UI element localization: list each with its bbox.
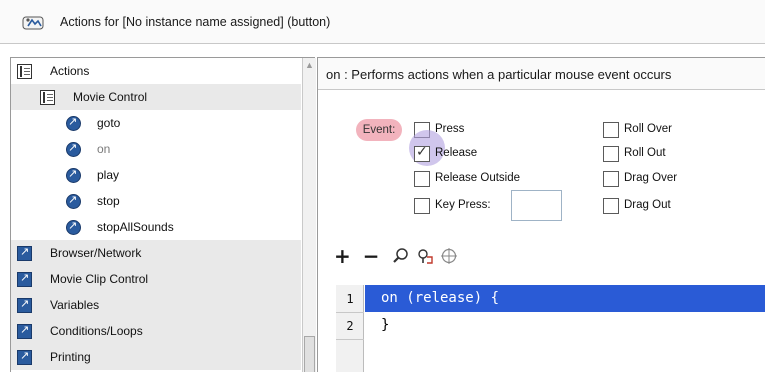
action-item-on[interactable]: on: [11, 136, 301, 162]
category-icon: [17, 323, 32, 339]
category-label: Conditions/Loops: [50, 324, 143, 338]
tree-item-label: Movie Control: [73, 90, 148, 104]
line-number-gutter: 1 2: [336, 285, 364, 372]
target-path-icon[interactable]: [440, 247, 458, 265]
action-icon: [66, 167, 81, 183]
tree-item-movie-control[interactable]: Movie Control: [11, 84, 301, 110]
key-press-checkbox[interactable]: [414, 198, 430, 214]
action-description: on : Performs actions when a particular …: [326, 67, 672, 82]
category-label: Browser/Network: [50, 246, 142, 260]
category-label: Variables: [50, 298, 100, 312]
action-icon: [66, 115, 81, 131]
window-title: Actions for [No instance name assigned] …: [60, 15, 331, 29]
scroll-thumb[interactable]: [304, 336, 315, 372]
action-parameters-panel: on : Performs actions when a particular …: [317, 57, 765, 372]
key-press-input[interactable]: [511, 190, 562, 221]
roll-out-label: Roll Out: [624, 147, 666, 159]
release-label: Release: [435, 147, 478, 159]
action-icon: [66, 141, 81, 157]
action-item-stopallsounds[interactable]: stopAllSounds: [11, 214, 301, 240]
roll-out-checkbox[interactable]: [603, 146, 619, 162]
scroll-up-icon[interactable]: ▲: [304, 60, 315, 71]
drag-over-label: Drag Over: [624, 172, 678, 184]
key-press-label: Key Press:: [435, 199, 491, 211]
toolbox-scrollbar[interactable]: ▲: [302, 58, 316, 372]
category-printing[interactable]: Printing: [11, 344, 301, 370]
book-icon: [17, 63, 32, 79]
category-movie-clip-control[interactable]: Movie Clip Control: [11, 266, 301, 292]
gutter-divider: [336, 312, 364, 313]
code-line-selected[interactable]: on (release) {: [365, 285, 765, 312]
script-toolbar: + −: [334, 244, 464, 268]
action-icon: [66, 193, 81, 209]
actions-toolbox: Actions Movie Control goto on play stop …: [10, 57, 316, 372]
window-title-bar: Actions for [No instance name assigned] …: [0, 0, 765, 44]
action-item-goto[interactable]: goto: [11, 110, 301, 136]
category-variables[interactable]: Variables: [11, 292, 301, 318]
script-editor[interactable]: 1 2 on (release) { }: [336, 285, 765, 372]
line-number: 2: [346, 319, 354, 333]
action-item-stop[interactable]: stop: [11, 188, 301, 214]
gutter-divider: [336, 339, 364, 340]
tree-item-actions[interactable]: Actions: [11, 58, 301, 84]
action-label: on: [97, 142, 111, 156]
action-label: stop: [97, 194, 120, 208]
category-label: Movie Clip Control: [50, 272, 149, 286]
drag-out-label: Drag Out: [624, 199, 671, 211]
find-icon[interactable]: [392, 247, 410, 265]
action-description-bar: on : Performs actions when a particular …: [318, 58, 765, 90]
category-icon: [17, 297, 32, 313]
line-number: 1: [346, 292, 354, 306]
category-icon: [17, 271, 32, 287]
category-icon: [17, 245, 32, 261]
book-icon: [40, 89, 55, 105]
release-outside-label: Release Outside: [435, 172, 521, 184]
press-label: Press: [435, 123, 465, 135]
event-label: Event:: [356, 119, 402, 141]
action-icon: [66, 219, 81, 235]
action-item-play[interactable]: play: [11, 162, 301, 188]
tree-item-label: Actions: [50, 64, 90, 78]
delete-statement-button[interactable]: −: [363, 246, 380, 266]
code-line[interactable]: }: [365, 312, 765, 339]
roll-over-label: Roll Over: [624, 123, 672, 135]
actions-panel-icon: [22, 16, 44, 30]
category-label: Printing: [50, 350, 91, 364]
add-statement-button[interactable]: +: [334, 246, 351, 266]
action-label: play: [97, 168, 120, 182]
action-label: goto: [97, 116, 121, 130]
release-outside-checkbox[interactable]: [414, 171, 430, 187]
drag-over-checkbox[interactable]: [603, 171, 619, 187]
drag-out-checkbox[interactable]: [603, 198, 619, 214]
roll-over-checkbox[interactable]: [603, 122, 619, 138]
category-browser-network[interactable]: Browser/Network: [11, 240, 301, 266]
action-label: stopAllSounds: [97, 220, 174, 234]
category-conditions-loops[interactable]: Conditions/Loops: [11, 318, 301, 344]
category-icon: [17, 349, 32, 365]
replace-icon[interactable]: [416, 247, 434, 265]
release-checkbox[interactable]: [414, 144, 430, 162]
